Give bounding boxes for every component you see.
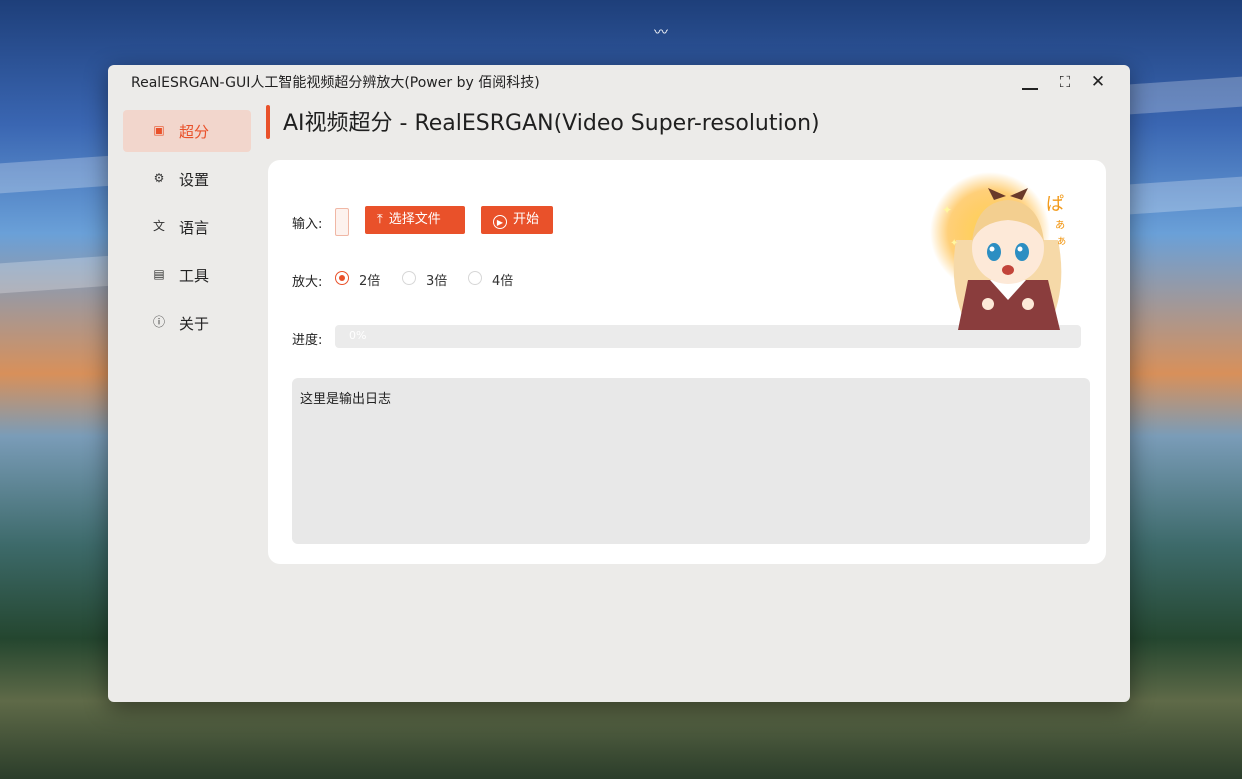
radio-label: 2倍 <box>359 274 381 289</box>
sidebar-item-label: 超分 <box>179 123 210 141</box>
radio-dot <box>335 271 349 285</box>
sidebar-item-settings[interactable]: ⚙ 设置 <box>123 158 251 200</box>
scale-label: 放大: <box>292 275 323 290</box>
titlebar[interactable]: RealESRGAN-GUI人工智能视频超分辨放大(Power by 佰阅科技)… <box>108 65 1130 99</box>
radio-dot <box>402 271 416 285</box>
toolbox-icon: ▤ <box>153 267 165 281</box>
window-title: RealESRGAN-GUI人工智能视频超分辨放大(Power by 佰阅科技) <box>131 75 540 91</box>
sidebar: ▣ 超分 ⚙ 设置 文 语言 ▤ 工具 ⓘ 关于 <box>123 110 251 350</box>
select-file-button[interactable]: ⤒ 选择文件 <box>365 206 465 234</box>
radio-label: 4倍 <box>492 274 514 289</box>
radio-dot <box>468 271 482 285</box>
progress-label: 进度: <box>292 333 323 348</box>
start-button[interactable]: ▶ 开始 <box>481 206 553 234</box>
svg-text:✦: ✦ <box>942 203 952 217</box>
page-title: AI视频超分 - RealESRGAN(Video Super-resoluti… <box>283 111 820 136</box>
start-label: 开始 <box>513 212 540 227</box>
main-card: 输入: ⤒ 选择文件 ▶ 开始 放大: 2倍 3倍 4倍 进度: 0% 这里是输出日… <box>268 160 1106 564</box>
anime-mascot-image: ぱ ぁ ぁ ✦ ✦ <box>930 172 1067 330</box>
svg-text:✦: ✦ <box>950 238 958 249</box>
image-icon: ▣ <box>153 123 165 137</box>
translate-icon: 文 <box>152 219 165 233</box>
page-title-accent <box>266 105 270 139</box>
desktop-bird: 〰 <box>654 25 668 41</box>
radio-label: 3倍 <box>426 274 448 289</box>
minimize-icon <box>1022 88 1038 90</box>
progress-text: 0% <box>349 329 367 342</box>
sidebar-item-tools[interactable]: ▤ 工具 <box>123 254 251 296</box>
sidebar-item-label: 语言 <box>179 219 210 237</box>
close-button[interactable]: ✕ <box>1085 71 1111 93</box>
close-icon: ✕ <box>1090 72 1106 92</box>
app-window: RealESRGAN-GUI人工智能视频超分辨放大(Power by 佰阅科技)… <box>108 65 1130 702</box>
sidebar-item-about[interactable]: ⓘ 关于 <box>123 302 251 344</box>
sidebar-item-superres[interactable]: ▣ 超分 <box>123 110 251 152</box>
sidebar-item-language[interactable]: 文 语言 <box>123 206 251 248</box>
maximize-button[interactable]: ⛶ <box>1052 71 1078 93</box>
maximize-icon: ⛶ <box>1059 73 1071 91</box>
gear-icon: ⚙ <box>153 171 165 185</box>
select-file-label: 选择文件 <box>388 212 441 227</box>
output-log[interactable]: 这里是输出日志 <box>292 378 1090 544</box>
file-input-field[interactable] <box>335 208 349 236</box>
svg-text:ぱ: ぱ <box>1046 194 1064 215</box>
log-text: 这里是输出日志 <box>300 392 392 407</box>
sidebar-item-label: 工具 <box>179 267 210 285</box>
input-label: 输入: <box>292 217 323 232</box>
minimize-button[interactable] <box>1018 71 1044 93</box>
sidebar-item-label: 设置 <box>179 171 210 189</box>
info-icon: ⓘ <box>152 315 165 329</box>
upload-icon: ⤒ <box>377 212 383 227</box>
play-icon: ▶ <box>493 215 507 229</box>
svg-text:ぁ: ぁ <box>1056 234 1067 247</box>
sidebar-item-label: 关于 <box>179 315 210 333</box>
svg-text:ぁ: ぁ <box>1054 217 1066 231</box>
